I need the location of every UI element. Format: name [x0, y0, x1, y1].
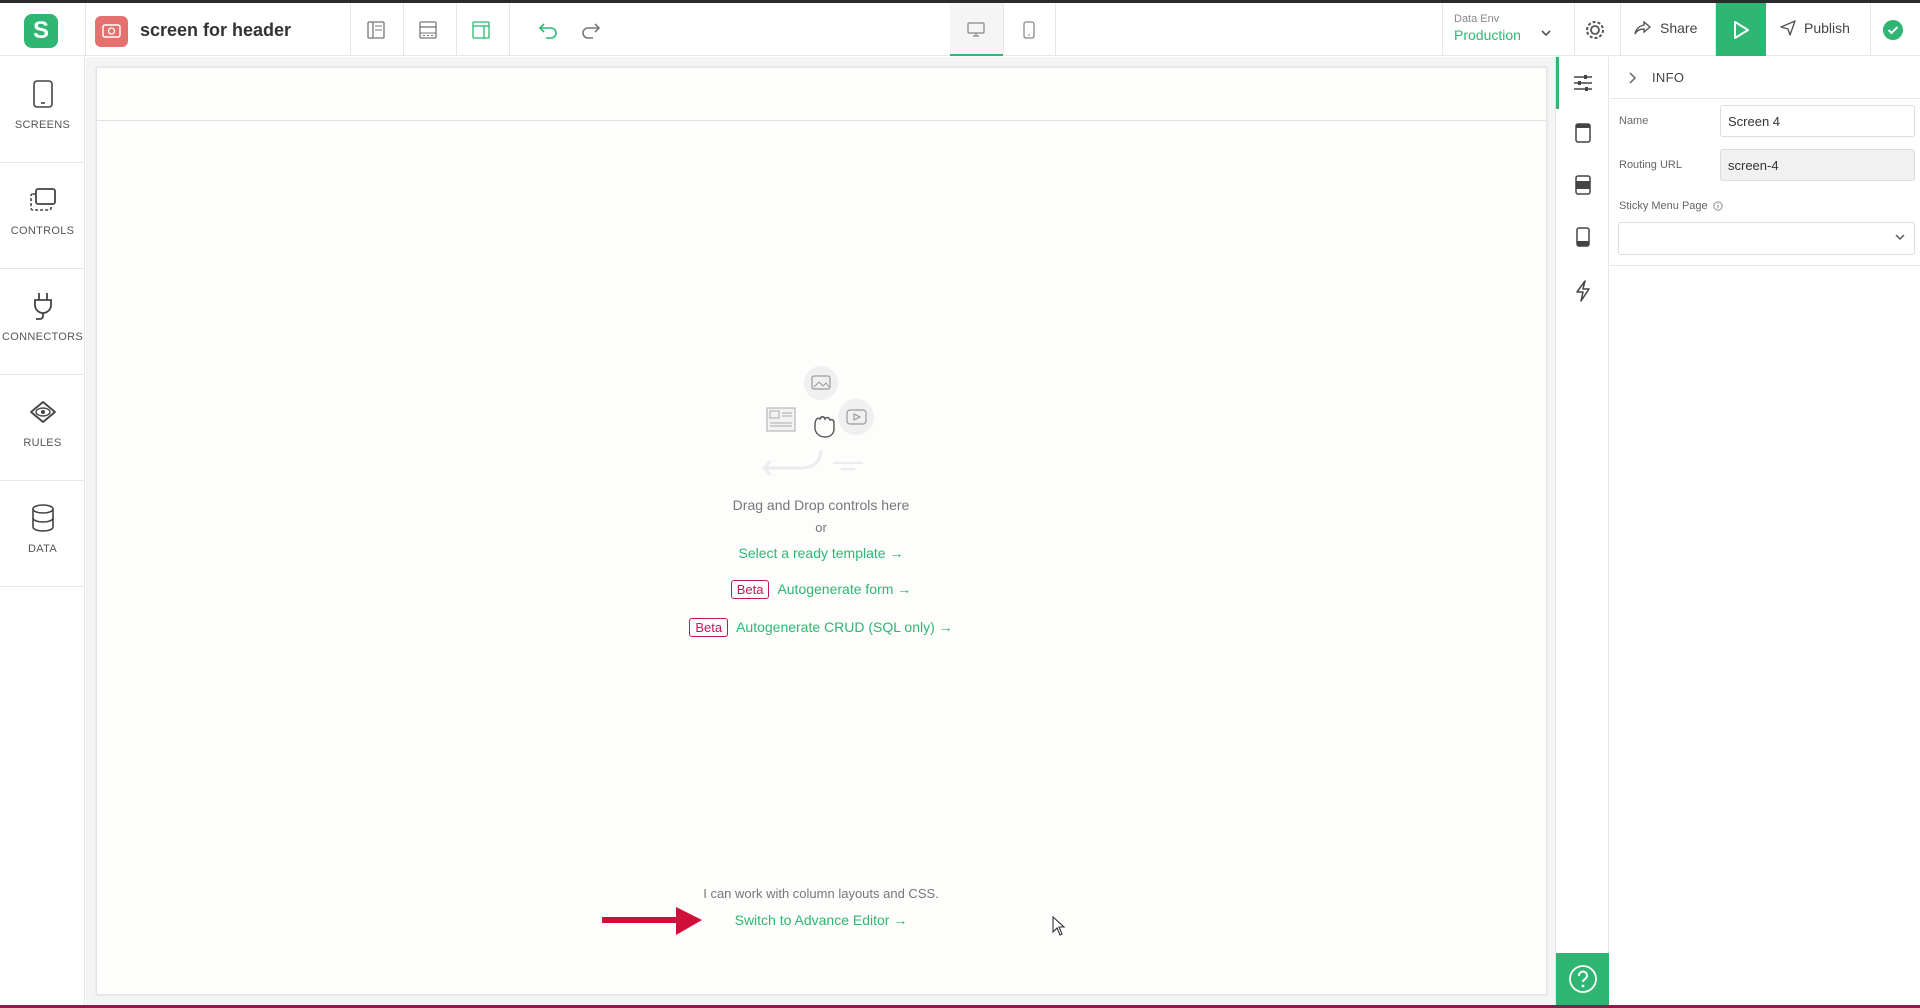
publish-label: Publish: [1804, 20, 1850, 36]
properties-icon-strip: [1555, 57, 1609, 1005]
divider: [456, 3, 457, 56]
divider: [1870, 3, 1871, 56]
name-label: Name: [1619, 115, 1649, 127]
mobile-icon[interactable]: [1014, 15, 1044, 45]
divider: [1620, 3, 1621, 56]
app-title: screen for header: [140, 20, 292, 40]
play-icon: [1734, 20, 1749, 39]
undo-icon[interactable]: [533, 15, 563, 45]
layout-right-icon[interactable]: [466, 15, 496, 45]
layout-left-icon[interactable]: [361, 15, 391, 45]
drag-drop-text: Drag and Drop controls here: [732, 497, 910, 513]
lightning-icon[interactable]: [1569, 277, 1597, 305]
name-input[interactable]: [1720, 105, 1915, 137]
help-button[interactable]: [1556, 953, 1609, 1005]
sticky-menu-label: Sticky Menu Page: [1619, 200, 1708, 212]
settings-gear-icon[interactable]: [1580, 15, 1610, 45]
select-template-link[interactable]: Select a ready template →: [621, 545, 1021, 561]
info-icon[interactable]: [1713, 201, 1723, 211]
sidebar-item-label: SCREENS: [14, 119, 71, 131]
sidebar-item-screens[interactable]: SCREENS: [0, 57, 85, 163]
status-check-icon[interactable]: [1883, 20, 1903, 40]
layout-header-icon[interactable]: [413, 15, 443, 45]
divider: [1610, 265, 1920, 266]
drag-drop-illustration-icon: [755, 365, 890, 490]
publish-button[interactable]: Publish: [1780, 20, 1850, 36]
sticky-menu-label-row: Sticky Menu Page: [1619, 200, 1723, 212]
page-header-icon[interactable]: [1569, 119, 1597, 147]
sidebar-item-rules[interactable]: RULES: [0, 375, 85, 481]
divider: [85, 3, 86, 56]
autogenerate-crud-row: Beta Autogenerate CRUD (SQL only) →: [621, 618, 1021, 637]
sidebar-item-connectors[interactable]: CONNECTORS: [0, 269, 85, 375]
routing-url-label: Routing URL: [1619, 159, 1682, 171]
beta-badge: Beta: [730, 580, 770, 599]
info-section-title: INFO: [1652, 70, 1685, 85]
divider: [1574, 3, 1575, 56]
info-section-header[interactable]: INFO: [1610, 57, 1920, 99]
divider: [509, 3, 510, 56]
share-label: Share: [1660, 20, 1698, 36]
autogenerate-crud-link[interactable]: Autogenerate CRUD (SQL only) →: [736, 619, 953, 635]
column-layouts-text: I can work with column layouts and CSS.: [703, 886, 939, 901]
sidebar-item-label: RULES: [23, 437, 62, 449]
page-body-icon[interactable]: [1569, 171, 1597, 199]
mobile-preview-icon[interactable]: [1569, 223, 1597, 251]
app-icon[interactable]: [95, 16, 128, 47]
properties-panel: INFO Name Routing URL Sticky Menu Page: [1610, 57, 1920, 1005]
active-tab-indicator: [1556, 57, 1559, 109]
sidebar-item-label: CONTROLS: [10, 225, 75, 237]
share-icon: [1634, 20, 1652, 35]
database-icon: [26, 501, 60, 535]
sticky-menu-select[interactable]: [1618, 222, 1915, 255]
sliders-icon[interactable]: [1569, 69, 1597, 97]
divider: [350, 3, 351, 56]
sidebar-item-data[interactable]: DATA: [0, 481, 85, 587]
preview-play-button[interactable]: [1716, 3, 1766, 56]
chevron-right-icon[interactable]: [1628, 71, 1638, 85]
data-env-selector[interactable]: Data Env Production: [1454, 13, 1521, 43]
divider: [1442, 3, 1443, 56]
data-env-label: Data Env: [1454, 13, 1500, 25]
chevron-down-icon[interactable]: [1540, 24, 1552, 42]
help-icon: [1568, 965, 1597, 993]
top-toolbar: S screen for header Data Env Production: [0, 3, 1920, 56]
beta-badge: Beta: [689, 618, 729, 637]
autogenerate-form-row: Beta Autogenerate form →: [621, 580, 1021, 599]
mouse-cursor-icon: [1052, 915, 1066, 941]
sidebar-item-controls[interactable]: CONTROLS: [0, 163, 85, 269]
sidebar-item-label: CONNECTORS: [1, 331, 84, 343]
app-logo[interactable]: S: [24, 14, 58, 48]
left-sidebar: SCREENS CONTROLS CONNECTORS RULES DATA: [0, 57, 85, 1005]
controls-icon: [26, 183, 60, 217]
canvas-header-divider: [96, 120, 1547, 121]
divider: [403, 3, 404, 56]
redo-icon[interactable]: [576, 15, 606, 45]
autogenerate-form-link[interactable]: Autogenerate form →: [777, 581, 911, 597]
or-text: or: [815, 520, 827, 535]
routing-url-input[interactable]: [1720, 149, 1915, 181]
eye-icon: [26, 395, 60, 429]
tablet-icon: [26, 77, 60, 111]
divider: [1055, 3, 1056, 56]
chevron-down-icon: [1895, 234, 1905, 241]
plug-icon: [26, 289, 60, 323]
share-button[interactable]: Share: [1634, 20, 1697, 36]
sidebar-item-label: DATA: [28, 543, 57, 555]
divider: [1003, 3, 1004, 56]
desktop-icon[interactable]: [961, 15, 991, 45]
red-arrow-icon: [600, 907, 704, 944]
send-icon: [1780, 20, 1796, 36]
data-env-value: Production: [1454, 27, 1521, 43]
